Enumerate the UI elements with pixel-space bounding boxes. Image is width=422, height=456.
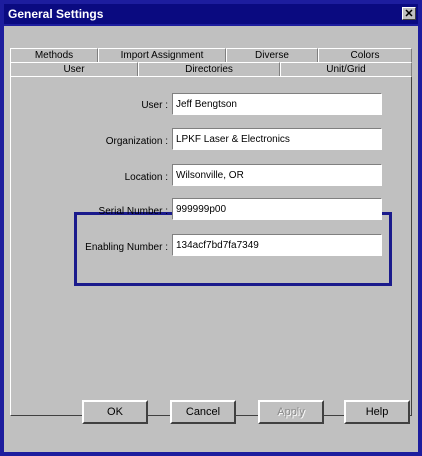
organization-field[interactable]: [172, 128, 382, 150]
tab-user[interactable]: User: [10, 62, 138, 76]
ok-button[interactable]: OK: [82, 400, 148, 424]
enabling-number-field[interactable]: [172, 234, 382, 256]
user-label: User :: [141, 100, 168, 111]
tab-methods[interactable]: Methods: [10, 48, 98, 62]
close-icon: ✕: [404, 8, 414, 20]
tab-row-front: User Directories Unit/Grid: [10, 62, 412, 76]
serial-number-label: Serial Number :: [98, 206, 168, 217]
location-label: Location :: [124, 172, 168, 183]
help-button[interactable]: Help: [344, 400, 410, 424]
window-title: General Settings: [8, 7, 104, 21]
enabling-number-label: Enabling Number :: [85, 242, 168, 253]
location-field[interactable]: [172, 164, 382, 186]
close-button[interactable]: ✕: [402, 7, 416, 20]
cancel-button[interactable]: Cancel: [170, 400, 236, 424]
general-settings-window: General Settings ✕ Methods Import Assign…: [0, 0, 422, 456]
tab-import-assignment[interactable]: Import Assignment: [98, 48, 226, 62]
tab-directories[interactable]: Directories: [138, 62, 280, 76]
user-field[interactable]: [172, 93, 382, 115]
apply-button[interactable]: Apply: [258, 400, 324, 424]
title-bar[interactable]: General Settings ✕: [4, 4, 418, 24]
tab-unit-grid[interactable]: Unit/Grid: [280, 62, 412, 76]
tab-row-back: Methods Import Assignment Diverse Colors: [10, 48, 412, 62]
organization-label: Organization :: [105, 136, 168, 147]
tab-diverse[interactable]: Diverse: [226, 48, 318, 62]
dialog-client-area: Methods Import Assignment Diverse Colors…: [4, 26, 418, 452]
serial-number-field[interactable]: [172, 198, 382, 220]
tab-colors[interactable]: Colors: [318, 48, 412, 62]
